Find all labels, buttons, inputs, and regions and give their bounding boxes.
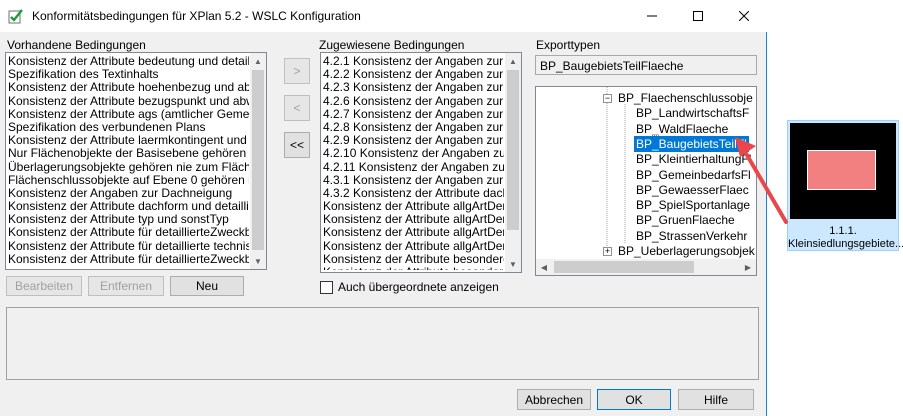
- maximize-icon: [693, 11, 703, 21]
- delete-button[interactable]: Entfernen: [88, 276, 164, 296]
- scroll-down-icon[interactable]: ▼: [505, 256, 521, 272]
- tree-item-label: BP_StrassenVerkehr: [636, 228, 748, 243]
- list-item[interactable]: Konsistenz der Attribute besondere: [323, 265, 504, 270]
- list-item[interactable]: 4.2.7 Konsistenz der Angaben zur: [323, 107, 504, 121]
- list-item[interactable]: Konsistenz der Attribute allgArtDer: [323, 239, 504, 253]
- list-item[interactable]: Überlagerungsobjekte gehören nie zum Flä…: [8, 160, 249, 174]
- preview-thumbnail[interactable]: 1.1.1. Kleinsiedlungsgebiete...: [787, 120, 903, 251]
- title-bar[interactable]: Konformitätsbedingungen für XPlan 5.2 - …: [0, 0, 767, 32]
- tree-item-label: BP_LandwirtschaftsF: [636, 106, 750, 121]
- available-items: Konsistenz der Attribute bedeutung und d…: [8, 55, 249, 267]
- export-types-label: Exporttypen: [536, 38, 601, 52]
- remove-button[interactable]: <: [284, 95, 310, 121]
- list-item[interactable]: Konsistenz der Attribute ags (amtlicher …: [8, 107, 249, 121]
- assigned-list[interactable]: 4.2.1 Konsistenz der Angaben zur 4.2.2 Ko…: [320, 52, 522, 273]
- list-item[interactable]: 4.3.1 Konsistenz der Angaben zur: [323, 173, 504, 187]
- tree-item-label: BP_Flaechenschlussobje: [618, 91, 753, 105]
- list-item[interactable]: Konsistenz der Attribute startWinkel und…: [8, 265, 249, 267]
- window-title: Konformitätsbedingungen für XPlan 5.2 - …: [32, 9, 361, 23]
- close-button[interactable]: [721, 0, 767, 32]
- new-button[interactable]: Neu: [170, 276, 244, 296]
- list-item[interactable]: Konsistenz der Attribute allgArtDer: [323, 226, 504, 239]
- annotation-arrow-icon: [735, 137, 788, 224]
- minimize-icon: [647, 15, 657, 17]
- help-button[interactable]: Hilfe: [678, 389, 754, 410]
- assigned-scrollbar[interactable]: ▲ ▼: [505, 53, 521, 272]
- config-dialog: Konformitätsbedingungen für XPlan 5.2 - …: [0, 0, 767, 416]
- list-item[interactable]: Konsistenz der Attribute bezugspunkt und…: [8, 94, 249, 108]
- list-item[interactable]: 4.2.3 Konsistenz der Angaben zur: [323, 81, 504, 94]
- tree-item-label: BP_GruenFlaeche: [636, 213, 735, 228]
- cancel-button[interactable]: Abbrechen: [517, 389, 591, 410]
- thumbnail-label-line2: Kleinsiedlungsgebiete...: [788, 238, 903, 250]
- list-item[interactable]: Nur Flächenobjekte der Basisebene gehöre…: [8, 147, 249, 160]
- preview-shape: [807, 150, 876, 190]
- assigned-label: Zugewiesene Bedingungen: [319, 38, 465, 52]
- scroll-right-icon[interactable]: ▶: [740, 259, 756, 275]
- description-panel: [6, 307, 759, 380]
- available-scrollbar[interactable]: ▲ ▼: [250, 53, 266, 269]
- available-list[interactable]: Konsistenz der Attribute bedeutung und d…: [5, 52, 267, 270]
- scroll-left-icon[interactable]: ◀: [536, 259, 552, 275]
- list-item[interactable]: Konsistenz der Attribute hoehenbezug und…: [8, 81, 249, 94]
- scroll-thumb[interactable]: [507, 70, 519, 230]
- export-type-field[interactable]: BP_BaugebietsTeilFlaeche: [535, 55, 757, 75]
- scroll-up-icon[interactable]: ▲: [250, 53, 266, 69]
- tree-item-label: BP_Ueberlagerungsobjek: [618, 244, 755, 258]
- add-button[interactable]: >: [284, 58, 310, 84]
- tree-item[interactable]: BP_LandwirtschaftsF: [634, 106, 751, 122]
- ok-button[interactable]: OK: [597, 389, 671, 410]
- tree-item[interactable]: BP_Ueberlagerungsobjek: [616, 244, 756, 260]
- show-parents-label: Auch übergeordnete anzeigen: [338, 280, 499, 294]
- expand-icon[interactable]: +: [603, 247, 612, 256]
- assigned-items: 4.2.1 Konsistenz der Angaben zur 4.2.2 Ko…: [323, 55, 504, 270]
- tree-item[interactable]: BP_GruenFlaeche: [634, 213, 737, 229]
- thumbnail-label: 1.1.1. Kleinsiedlungsgebiete...: [788, 225, 903, 251]
- maximize-button[interactable]: [675, 0, 721, 32]
- scroll-up-icon[interactable]: ▲: [505, 53, 521, 69]
- export-tree[interactable]: BP_Flaechenschlussobje − BP_Landwirtschaft…: [535, 86, 757, 276]
- list-item[interactable]: Konsistenz der Attribute für detailliert…: [8, 226, 249, 239]
- list-item[interactable]: 4.2.6 Konsistenz der Angaben zur: [323, 94, 504, 108]
- thumbnail-label-line1: 1.1.1.: [829, 225, 857, 237]
- show-parents-checkbox[interactable]: [320, 281, 333, 294]
- thumbnail-image: [790, 123, 896, 219]
- scroll-thumb[interactable]: [252, 70, 264, 250]
- tree-item-label: BP_WaldFlaeche: [636, 121, 729, 136]
- list-item[interactable]: Konsistenz der Attribute für detailliert…: [8, 239, 249, 253]
- scroll-down-icon[interactable]: ▼: [250, 253, 266, 269]
- scroll-thumb[interactable]: [554, 261, 694, 273]
- list-item[interactable]: 4.2.11 Konsistenz der Angaben zu: [323, 160, 504, 174]
- list-item[interactable]: Flächenschlussobjekte auf Ebene 0 gehöre…: [8, 173, 249, 187]
- remove-all-button[interactable]: <<: [284, 132, 310, 158]
- close-icon: [739, 11, 749, 21]
- app-check-icon: [8, 9, 23, 24]
- list-item[interactable]: 4.2.10 Konsistenz der Angaben zur: [323, 147, 504, 160]
- edit-button[interactable]: Bearbeiten: [6, 276, 82, 296]
- tree-hscrollbar[interactable]: ◀ ▶: [536, 259, 756, 275]
- collapse-icon[interactable]: −: [603, 94, 612, 103]
- available-label: Vorhandene Bedingungen: [7, 38, 146, 52]
- minimize-button[interactable]: [629, 0, 675, 32]
